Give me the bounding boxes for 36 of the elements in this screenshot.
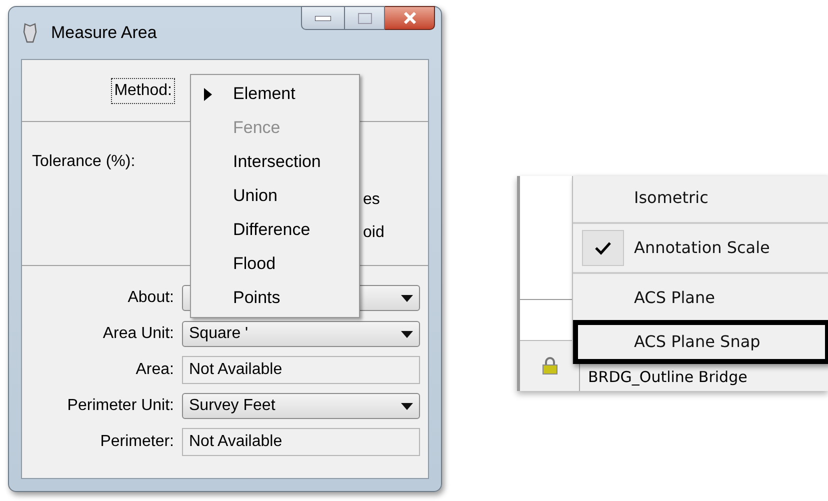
- minimize-button[interactable]: [301, 6, 345, 30]
- context-menu-item[interactable]: Annotation Scale: [573, 226, 828, 270]
- method-label: Method:: [112, 78, 174, 102]
- field-label: Perimeter:: [99, 432, 175, 452]
- minimize-icon: [315, 16, 331, 20]
- lock-icon: [540, 357, 558, 375]
- app-icon: [21, 22, 39, 44]
- menu-item[interactable]: Intersection: [191, 145, 359, 179]
- close-button[interactable]: [385, 6, 435, 30]
- field-label: Area Unit:: [102, 324, 175, 344]
- dropdown-caret-icon: [401, 402, 413, 410]
- menu-item[interactable]: Difference: [191, 213, 359, 247]
- dropdown-caret-icon: [401, 294, 413, 302]
- status-text: BRDG_Outline Bridge: [587, 366, 748, 388]
- option-label: oid: [363, 223, 384, 243]
- maximize-button[interactable]: [345, 6, 385, 30]
- menu-item[interactable]: Flood: [191, 247, 359, 281]
- menu-item[interactable]: Union: [191, 179, 359, 213]
- dropdown[interactable]: Survey Feet: [182, 393, 420, 419]
- readout-field: Not Available: [182, 356, 420, 384]
- field-label: Perimeter Unit:: [66, 396, 175, 416]
- readout-field: Not Available: [182, 428, 420, 456]
- maximize-icon: [358, 12, 372, 24]
- context-menu-item[interactable]: Isometric: [573, 176, 828, 220]
- close-icon: [402, 12, 416, 24]
- option-label: es: [363, 190, 380, 210]
- dropdown[interactable]: Square ': [182, 321, 420, 347]
- menu-item[interactable]: Points: [191, 281, 359, 315]
- field-label: Area:: [134, 360, 175, 380]
- tolerance-label: Tolerance (%):: [32, 152, 136, 172]
- window-title: Measure Area: [51, 22, 157, 44]
- field-label: About:: [126, 288, 175, 308]
- context-menu-item[interactable]: ACS Plane Snap: [573, 320, 828, 364]
- menu-item[interactable]: Element: [191, 77, 359, 111]
- context-menu-item[interactable]: ACS Plane: [573, 276, 828, 320]
- dropdown-caret-icon: [401, 330, 413, 338]
